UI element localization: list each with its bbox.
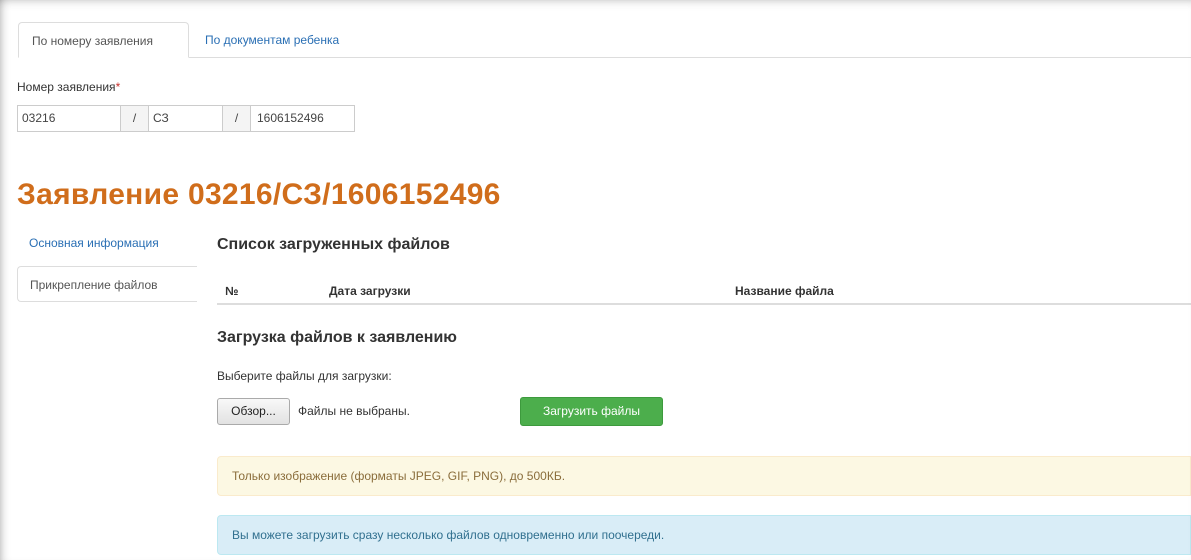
- files-table-header: № Дата загрузки Название файла: [217, 278, 1191, 305]
- search-tabs: По номеру заявления По документам ребенк…: [18, 22, 1191, 58]
- application-number-part3-input[interactable]: 1606152496: [251, 106, 354, 131]
- separator: /: [223, 106, 251, 131]
- sidebar-item-file-attachment[interactable]: Прикрепление файлов: [17, 266, 197, 302]
- files-list-heading: Список загруженных файлов: [217, 236, 450, 253]
- sidebar-item-main-info[interactable]: Основная информация: [17, 224, 197, 262]
- separator: /: [121, 106, 149, 131]
- file-format-warning: Только изображение (форматы JPEG, GIF, P…: [217, 456, 1191, 496]
- required-mark: *: [115, 80, 121, 94]
- application-number-label: Номер заявления*: [17, 80, 120, 94]
- choose-files-label: Выберите файлы для загрузки:: [217, 369, 392, 383]
- application-number-input-group: 03216 / СЗ / 1606152496: [17, 105, 355, 132]
- application-number-label-text: Номер заявления: [17, 80, 116, 94]
- column-header-file-name: Название файла: [735, 284, 834, 298]
- tab-by-application-number[interactable]: По номеру заявления: [18, 22, 189, 58]
- upload-files-button[interactable]: Загрузить файлы: [520, 397, 663, 426]
- no-files-selected-text: Файлы не выбраны.: [298, 404, 410, 418]
- upload-heading: Загрузка файлов к заявлению: [217, 329, 457, 346]
- side-navigation: Основная информация Прикрепление файлов: [17, 224, 197, 302]
- browse-button[interactable]: Обзор...: [217, 398, 290, 425]
- multiple-upload-info: Вы можете загрузить сразу несколько файл…: [217, 515, 1191, 555]
- column-header-number: №: [225, 284, 239, 298]
- application-number-part2-input[interactable]: СЗ: [149, 106, 223, 131]
- column-header-upload-date: Дата загрузки: [329, 284, 411, 298]
- page-title: Заявление 03216/СЗ/1606152496: [17, 178, 501, 211]
- application-number-part1-input[interactable]: 03216: [18, 106, 121, 131]
- tab-by-child-documents[interactable]: По документам ребенка: [192, 22, 352, 58]
